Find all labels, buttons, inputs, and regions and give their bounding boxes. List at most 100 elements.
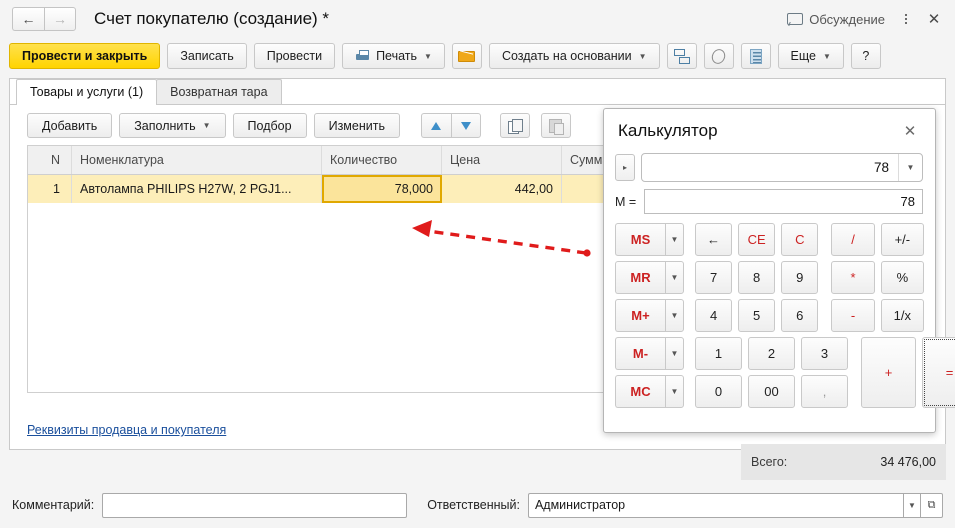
change-button[interactable]: Изменить <box>314 113 400 138</box>
key-1[interactable]: 1 <box>695 337 742 370</box>
column-header-quantity[interactable]: Количество <box>322 146 442 174</box>
back-button[interactable]: ← <box>12 7 44 31</box>
move-up-icon <box>431 122 441 130</box>
key-9[interactable]: 9 <box>781 261 818 294</box>
post-button[interactable]: Провести <box>254 43 335 69</box>
responsible-input[interactable]: Администратор <box>528 493 903 518</box>
calculator-expand-button[interactable]: ▸ <box>615 154 635 181</box>
chevron-down-icon: ▼ <box>671 311 679 320</box>
calculator-display[interactable]: 78 ▼ <box>641 153 923 182</box>
key-7[interactable]: 7 <box>695 261 732 294</box>
column-header-price[interactable]: Цена <box>442 146 562 174</box>
key-mc[interactable]: MC <box>615 375 665 408</box>
key-0[interactable]: 0 <box>695 375 742 408</box>
calculator-memory-row: M = 78 <box>604 182 935 214</box>
key-mr[interactable]: MR <box>615 261 665 294</box>
chevron-down-icon: ▼ <box>908 501 916 510</box>
key-equals[interactable]: = <box>922 337 955 408</box>
key-8[interactable]: 8 <box>738 261 775 294</box>
keypad-plus-equals: + = <box>854 337 955 408</box>
more-label: Еще <box>791 49 816 63</box>
key-c[interactable]: C <box>781 223 818 256</box>
cell-quantity[interactable]: 78,000 <box>322 175 442 203</box>
command-bar: Провести и закрыть Записать Провести Печ… <box>0 38 955 74</box>
key-comma[interactable]: , <box>801 375 848 408</box>
paste-button[interactable] <box>541 113 571 138</box>
key-ms[interactable]: MS <box>615 223 665 256</box>
key-backspace[interactable]: ← <box>695 223 732 256</box>
comment-input[interactable] <box>102 493 407 518</box>
responsible-field-group: Администратор ▼ ⧉ <box>528 493 943 518</box>
responsible-open-button[interactable]: ⧉ <box>921 493 943 518</box>
chat-icon <box>787 13 802 26</box>
move-down-button[interactable] <box>451 113 481 138</box>
keypad-rows-4-5: M- ▼ 1 2 3 MC ▼ 0 00 , <box>615 337 924 408</box>
key-m-minus[interactable]: M- <box>615 337 665 370</box>
calculator-keypad: MS ▼ ← CE C / +/- MR ▼ 7 8 9 * % M+ ▼ <box>604 214 935 419</box>
keypad-left-block: M- ▼ 1 2 3 MC ▼ 0 00 , <box>615 337 848 408</box>
send-mail-button[interactable] <box>452 43 482 69</box>
forward-button[interactable]: → <box>44 7 76 31</box>
title-bar: ← → Счет покупателю (создание) * Обсужде… <box>0 0 955 38</box>
add-row-button[interactable]: Добавить <box>27 113 112 138</box>
close-window-button[interactable]: ✕ <box>921 7 947 31</box>
key-mr-dropdown[interactable]: ▼ <box>665 261 684 294</box>
calculator-history-dropdown[interactable]: ▼ <box>898 154 922 181</box>
calculator-close-button[interactable]: ✕ <box>899 120 921 142</box>
fill-button[interactable]: Заполнить ▼ <box>119 113 225 138</box>
key-5[interactable]: 5 <box>738 299 775 332</box>
open-external-icon: ⧉ <box>928 499 936 512</box>
tab-returnable-packaging[interactable]: Возвратная тара <box>156 79 281 104</box>
key-minus[interactable]: - <box>831 299 874 332</box>
keypad-row-5: MC ▼ 0 00 , <box>615 375 848 408</box>
create-based-on-button[interactable]: Создать на основании ▼ <box>489 43 660 69</box>
forward-arrow-icon: → <box>53 11 67 27</box>
key-reciprocal[interactable]: 1/x <box>881 299 924 332</box>
key-plus-minus[interactable]: +/- <box>881 223 924 256</box>
structure-button[interactable] <box>667 43 697 69</box>
key-4[interactable]: 4 <box>695 299 732 332</box>
help-button[interactable]: ? <box>851 43 881 69</box>
column-header-n[interactable]: N <box>28 146 72 174</box>
key-m-plus-dropdown[interactable]: ▼ <box>665 299 684 332</box>
key-double-zero[interactable]: 00 <box>748 375 795 408</box>
key-mc-dropdown[interactable]: ▼ <box>665 375 684 408</box>
key-6[interactable]: 6 <box>781 299 818 332</box>
back-arrow-icon: ← <box>22 11 36 27</box>
key-percent[interactable]: % <box>881 261 924 294</box>
post-and-close-button[interactable]: Провести и закрыть <box>9 43 160 69</box>
select-items-button[interactable]: Подбор <box>233 113 307 138</box>
key-ms-dropdown[interactable]: ▼ <box>665 223 684 256</box>
attachments-button[interactable] <box>704 43 734 69</box>
write-button[interactable]: Записать <box>167 43 246 69</box>
key-3[interactable]: 3 <box>801 337 848 370</box>
cell-nomenclature[interactable]: Автолампа PHILIPS H27W, 2 PGJ1... <box>72 175 322 203</box>
memory-value-field[interactable]: 78 <box>644 189 923 214</box>
key-plus[interactable]: + <box>861 337 916 408</box>
print-button[interactable]: Печать ▼ <box>342 43 445 69</box>
key-ce[interactable]: CE <box>738 223 775 256</box>
register-records-button[interactable] <box>741 43 771 69</box>
total-label: Всего: <box>751 455 787 469</box>
chevron-down-icon: ▼ <box>671 387 679 396</box>
tab-goods-and-services[interactable]: Товары и услуги (1) <box>16 79 157 104</box>
key-m-plus[interactable]: M+ <box>615 299 665 332</box>
chevron-down-icon: ▼ <box>823 52 831 61</box>
more-button[interactable]: Еще ▼ <box>778 43 844 69</box>
cell-price[interactable]: 442,00 <box>442 175 562 203</box>
discussion-button[interactable]: Обсуждение <box>781 10 891 29</box>
chevron-down-icon: ▼ <box>639 52 647 61</box>
column-header-nomenclature[interactable]: Номенклатура <box>72 146 322 174</box>
move-up-button[interactable] <box>421 113 451 138</box>
key-multiply[interactable]: * <box>831 261 874 294</box>
tab-bar: Товары и услуги (1) Возвратная тара <box>10 79 945 105</box>
copy-button[interactable] <box>500 113 530 138</box>
chevron-down-icon: ▼ <box>671 235 679 244</box>
requisites-link[interactable]: Реквизиты продавца и покупателя <box>27 423 226 437</box>
key-2[interactable]: 2 <box>748 337 795 370</box>
cell-row-number: 1 <box>28 175 72 203</box>
responsible-dropdown-button[interactable]: ▼ <box>903 493 921 518</box>
key-divide[interactable]: / <box>831 223 874 256</box>
more-menu-icon[interactable] <box>895 7 917 31</box>
key-m-minus-dropdown[interactable]: ▼ <box>665 337 684 370</box>
